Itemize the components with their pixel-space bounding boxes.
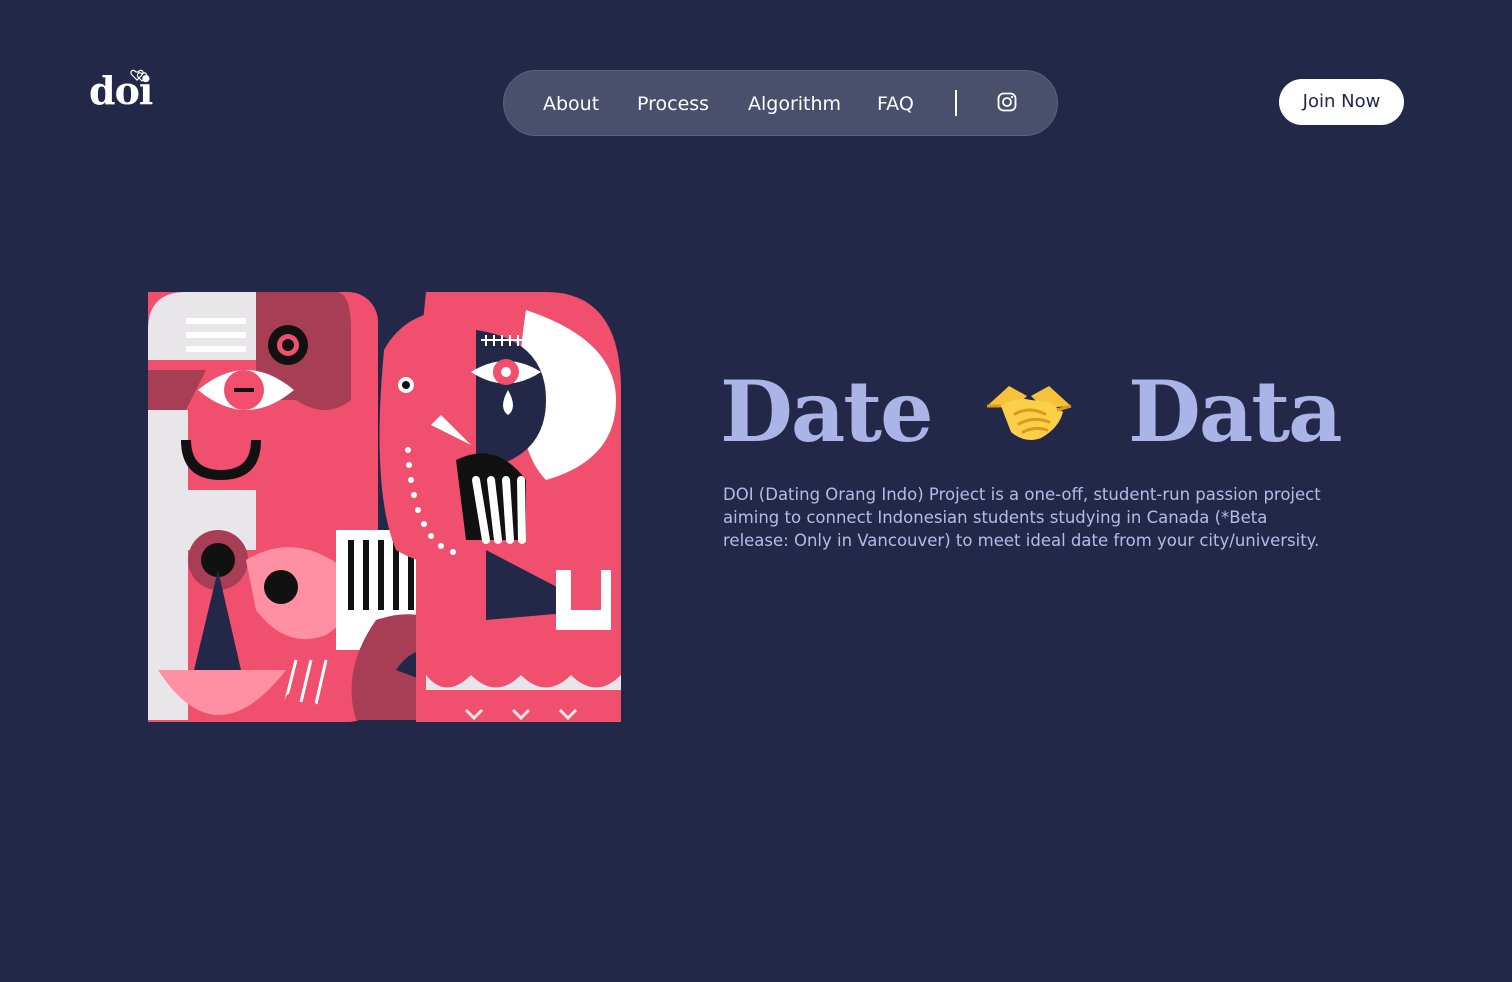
nav-divider: [955, 90, 957, 116]
hero-title-left: Date: [720, 362, 934, 461]
hero-title: Date Data: [720, 362, 1343, 462]
nav-link-faq[interactable]: FAQ: [877, 93, 914, 115]
handshake-icon: [986, 386, 1072, 440]
hero-description: DOI (Dating Orang Indo) Project is a one…: [723, 485, 1321, 550]
join-now-button[interactable]: Join Now: [1279, 79, 1404, 125]
hearts-icon: [130, 69, 148, 82]
main-nav: About Process Algorithm FAQ: [503, 70, 1058, 136]
nav-link-algorithm[interactable]: Algorithm: [748, 93, 841, 115]
hero-title-right: Data: [1128, 362, 1342, 461]
instagram-icon[interactable]: [996, 91, 1018, 113]
nav-link-about[interactable]: About: [543, 93, 599, 115]
site-logo[interactable]: doi: [89, 66, 159, 116]
nav-link-process[interactable]: Process: [637, 93, 709, 115]
abstract-faces-illustration: [148, 292, 621, 722]
